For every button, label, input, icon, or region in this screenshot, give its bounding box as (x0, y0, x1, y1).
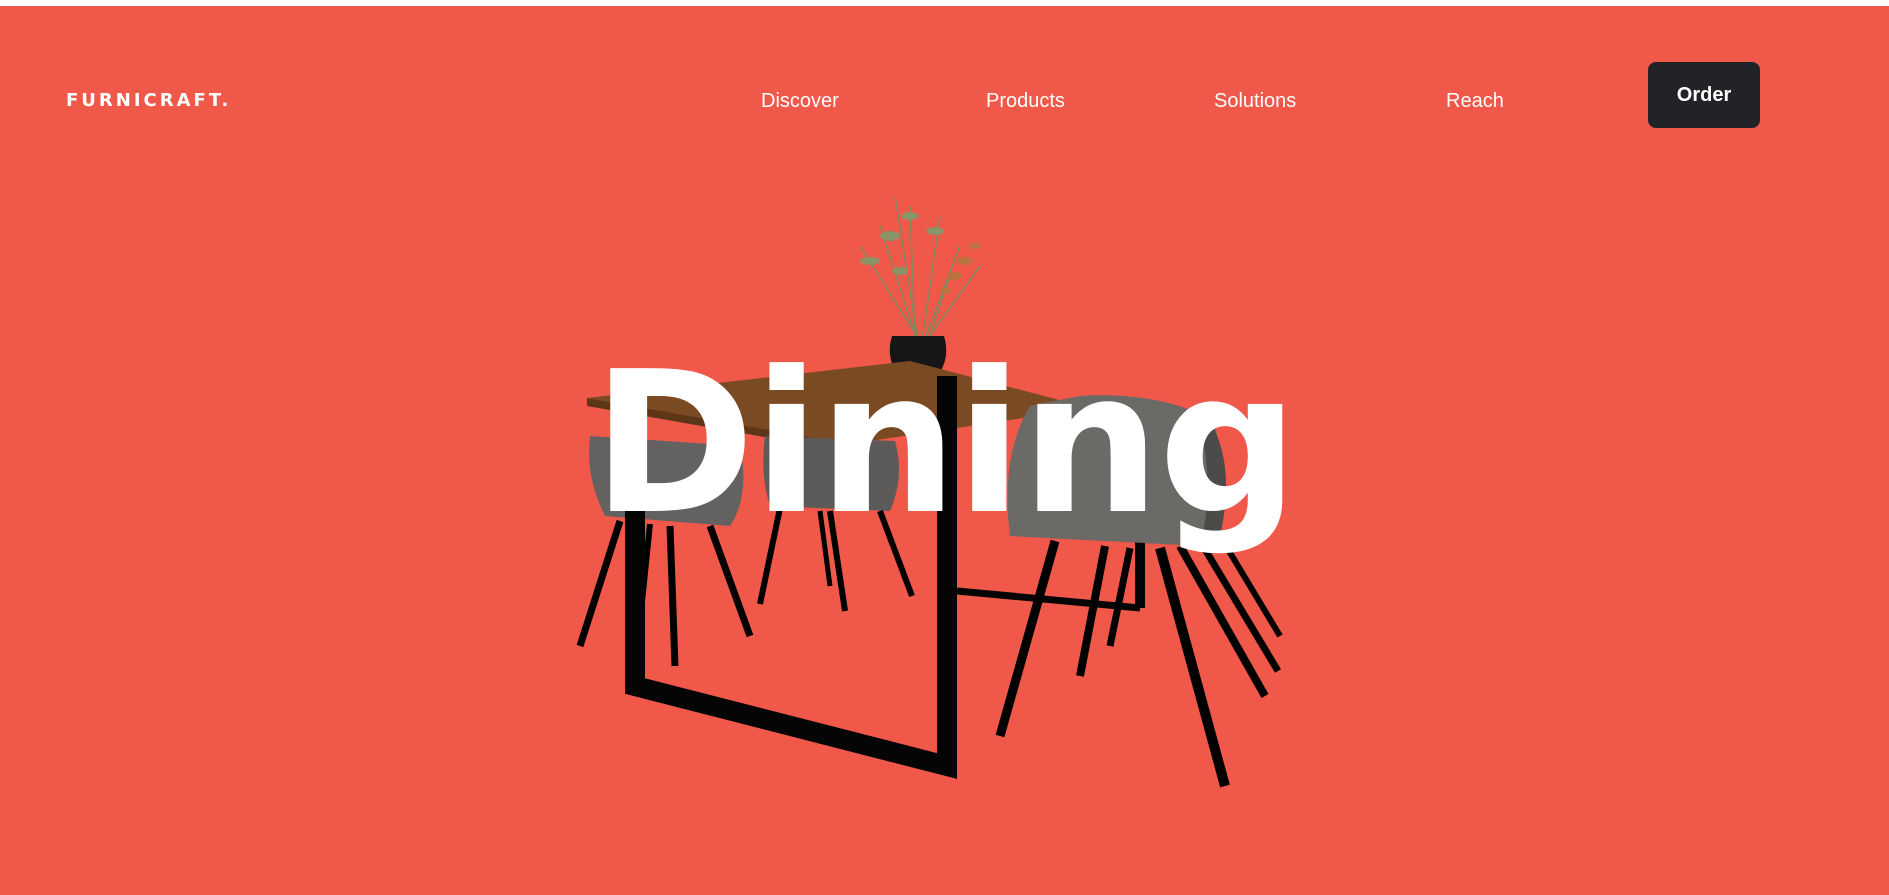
back-middle-chair (757, 436, 915, 612)
nav-products-link[interactable]: Products (986, 89, 1065, 113)
table-top (587, 361, 1090, 444)
dining-table-with-chairs-illustration (576, 195, 1283, 788)
order-button[interactable]: Order (1648, 62, 1760, 128)
back-left-chair (576, 436, 754, 667)
nav-reach-link[interactable]: Reach (1446, 89, 1504, 113)
plant-stems (859, 195, 981, 342)
nav-solutions-link[interactable]: Solutions (1214, 89, 1296, 113)
hero-section: FURNICRAFT. Discover Products Solutions … (0, 6, 1889, 895)
brand-logo[interactable]: FURNICRAFT. (66, 90, 231, 112)
nav-discover-link[interactable]: Discover (761, 89, 839, 113)
